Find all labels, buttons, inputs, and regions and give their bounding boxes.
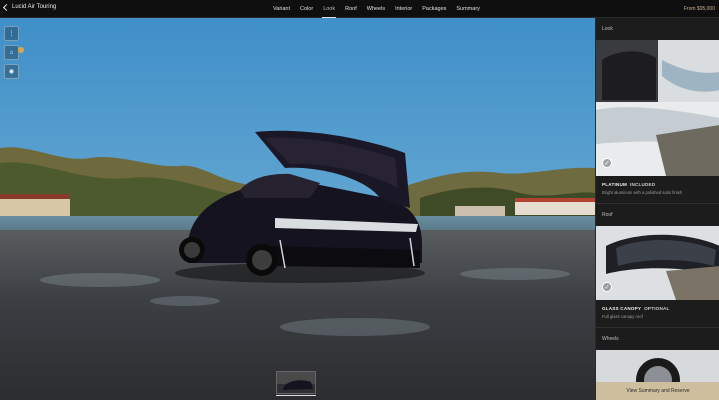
back-label: Lucid Air Touring bbox=[12, 4, 57, 10]
more-vertical-icon: ⋮ bbox=[8, 31, 15, 37]
thumbnail-active-indicator bbox=[276, 395, 316, 396]
back-link[interactable]: Lucid Air Touring bbox=[2, 3, 57, 11]
car-outline-icon: ⌂ bbox=[9, 49, 14, 56]
puddle bbox=[460, 268, 570, 280]
viewer-tools: ⋮ ⌂ ◉ bbox=[4, 26, 24, 79]
puddle bbox=[280, 318, 430, 336]
look-option-tag: INCLUDED bbox=[630, 182, 656, 187]
camera-button[interactable]: ◉ bbox=[4, 64, 19, 79]
section-title-roof: Roof bbox=[602, 212, 613, 218]
tab-variant[interactable]: Variant bbox=[268, 0, 295, 18]
top-bar: Lucid Air Touring Variant Color Look Roo… bbox=[0, 0, 719, 18]
tab-interior[interactable]: Interior bbox=[390, 0, 417, 18]
camera-icon: ◉ bbox=[8, 69, 15, 75]
car-viewer[interactable]: ⋮ ⌂ ◉ bbox=[0, 18, 595, 400]
view-thumbnail[interactable] bbox=[276, 371, 316, 394]
section-title-wheels: Wheels bbox=[602, 336, 619, 342]
roof-option-photo bbox=[596, 226, 719, 300]
tab-summary[interactable]: Summary bbox=[451, 0, 485, 18]
roof-option-name: GLASS CANOPY OPTIONAL bbox=[596, 300, 719, 311]
look-option-photo bbox=[596, 40, 719, 176]
roof-option-tag: OPTIONAL bbox=[644, 306, 670, 311]
options-panel: Look ✓ PLATINUM INCLUDED Bright aluminum … bbox=[595, 18, 719, 400]
section-title-look: Look bbox=[602, 26, 613, 32]
tab-packages[interactable]: Packages bbox=[417, 0, 451, 18]
roof-option-description: Full glass canopy roof bbox=[602, 314, 643, 319]
look-option-name: PLATINUM INCLUDED bbox=[596, 176, 719, 187]
tab-look[interactable]: Look bbox=[318, 0, 340, 18]
look-option-image[interactable]: ✓ bbox=[596, 40, 719, 176]
price-label: From $95,000 bbox=[683, 6, 715, 12]
look-option-description: Bright aluminum with a polished satin fi… bbox=[602, 190, 683, 195]
look-option-title: PLATINUM bbox=[602, 182, 627, 187]
car-render bbox=[175, 130, 425, 283]
puddle bbox=[150, 296, 220, 306]
thumbnail-image bbox=[277, 372, 315, 393]
roof-option-image[interactable]: ✓ bbox=[596, 226, 719, 300]
tab-wheels[interactable]: Wheels bbox=[362, 0, 390, 18]
tab-color[interactable]: Color bbox=[295, 0, 318, 18]
roof-option-title: GLASS CANOPY bbox=[602, 306, 642, 311]
puddle bbox=[40, 273, 160, 287]
selected-check-icon: ✓ bbox=[602, 158, 612, 168]
more-options-button[interactable]: ⋮ bbox=[4, 26, 19, 41]
view-mode-button[interactable]: ⌂ bbox=[4, 45, 24, 60]
view-summary-reserve-button[interactable]: View Summary and Reserve bbox=[596, 382, 719, 400]
notification-dot bbox=[18, 47, 24, 53]
configurator-tabs: Variant Color Look Roof Wheels Interior … bbox=[268, 0, 485, 18]
selected-check-icon: ✓ bbox=[602, 282, 612, 292]
tab-roof[interactable]: Roof bbox=[340, 0, 362, 18]
chevron-left-icon bbox=[2, 3, 11, 11]
